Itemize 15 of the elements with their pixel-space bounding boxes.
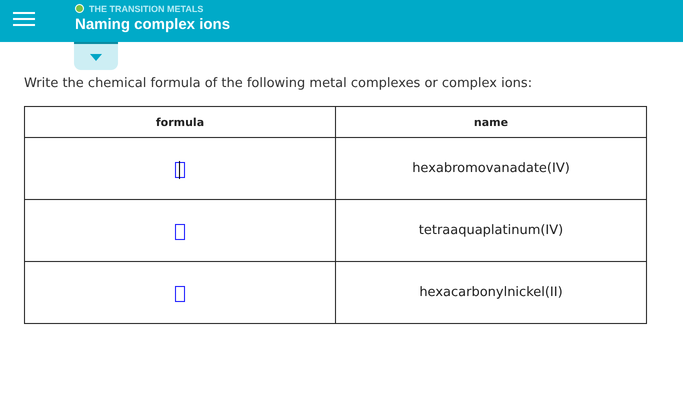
table-cell: hexabromovanadate(IV) [336,138,646,200]
answer-box[interactable] [175,162,185,178]
caret-icon [90,54,102,60]
answer-box[interactable] [175,286,185,302]
topic-label: THE TRANSITION METALS [89,4,204,14]
column-header: formula [24,106,336,138]
answer-box[interactable] [175,224,185,240]
page-title: Naming complex ions [75,16,230,33]
table-cell: hexacarbonylnickel(II) [336,262,646,324]
table-cell: tetraaquaplatinum(IV) [336,200,646,262]
expand-tab[interactable] [74,42,118,70]
menu-icon[interactable] [13,11,35,27]
question-text: Write the chemical formula of the following metal complexes or complex ions: [24,76,534,93]
status-dot-icon [75,4,84,13]
column-header: name [336,106,646,138]
